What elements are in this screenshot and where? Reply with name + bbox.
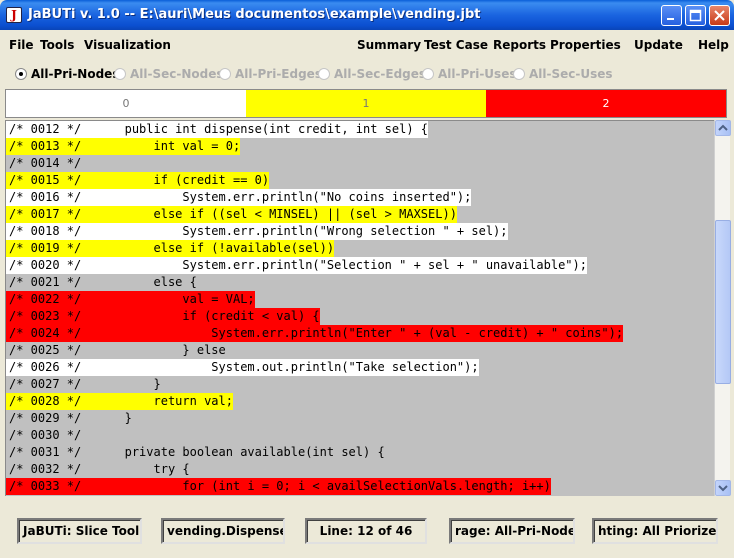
menu-reports[interactable]: Reports <box>493 38 546 52</box>
radio-all-pri-uses[interactable]: All-Pri-Uses <box>422 67 516 81</box>
menu-update[interactable]: Update <box>634 38 683 52</box>
code-line[interactable]: /* 0024 */ System.err.println("Enter " +… <box>6 325 624 342</box>
code-line[interactable]: /* 0018 */ System.err.println("Wrong sel… <box>6 223 508 240</box>
code-line-text: /* 0018 */ System.err.println("Wrong sel… <box>6 223 508 240</box>
radio-label: All-Pri-Nodes <box>31 67 120 81</box>
code-line-text: /* 0021 */ else { <box>9 275 197 289</box>
code-line[interactable]: /* 0027 */ } <box>6 376 161 393</box>
code-line[interactable]: /* 0012 */ public int dispense(int credi… <box>6 121 429 138</box>
status-highlighting: hting: All Priorized <box>592 518 718 544</box>
code-line-text: /* 0028 */ return val; <box>6 393 233 410</box>
scroll-down-button[interactable] <box>715 480 731 496</box>
radio-label: All-Pri-Edges <box>235 67 322 81</box>
code-line[interactable]: /* 0026 */ System.out.println("Take sele… <box>6 359 479 376</box>
code-line[interactable]: /* 0029 */ } <box>6 410 132 427</box>
code-line[interactable]: /* 0020 */ System.err.println("Selection… <box>6 257 587 274</box>
code-line[interactable]: /* 0022 */ val = VAL; <box>6 291 255 308</box>
code-line-text: /* 0033 */ for (int i = 0; i < availSele… <box>6 478 551 495</box>
code-line-text: /* 0014 */ <box>9 156 96 170</box>
code-line-text: /* 0013 */ int val = 0; <box>6 138 241 155</box>
code-line-text: /* 0019 */ else if (!available(sel)) <box>6 240 335 257</box>
code-line[interactable]: /* 0013 */ int val = 0; <box>6 138 241 155</box>
vertical-scrollbar[interactable] <box>714 120 731 496</box>
radio-unselected-icon <box>318 68 330 80</box>
status-tool: JaBUTi: Slice Tool <box>17 518 142 544</box>
radio-unselected-icon <box>513 68 525 80</box>
minimize-icon <box>667 18 674 20</box>
code-line[interactable]: /* 0019 */ else if (!available(sel)) <box>6 240 335 257</box>
code-line-text: /* 0015 */ if (credit == 0) <box>6 172 270 189</box>
code-line[interactable]: /* 0033 */ for (int i = 0; i < availSele… <box>6 478 551 495</box>
code-line[interactable]: /* 0023 */ if (credit < val) { <box>6 308 320 325</box>
radio-all-sec-uses[interactable]: All-Sec-Uses <box>513 67 613 81</box>
code-line[interactable]: /* 0032 */ try { <box>6 461 190 478</box>
maximize-button[interactable] <box>685 5 706 26</box>
close-icon <box>714 10 725 21</box>
code-line[interactable]: /* 0030 */ <box>6 427 96 444</box>
code-line-text: /* 0020 */ System.err.println("Selection… <box>6 257 587 274</box>
radio-all-sec-edges[interactable]: All-Sec-Edges <box>318 67 426 81</box>
arrow-up-icon <box>718 124 728 131</box>
status-class: vending.Dispenser <box>161 518 285 544</box>
code-line-text: /* 0024 */ System.err.println("Enter " +… <box>6 325 624 342</box>
menu-help[interactable]: Help <box>698 38 729 52</box>
radio-label: All-Sec-Uses <box>529 67 613 81</box>
code-line-text: /* 0032 */ try { <box>9 462 190 476</box>
code-line-text: /* 0017 */ else if ((sel < MINSEL) || (s… <box>6 206 457 223</box>
menu-tools[interactable]: Tools <box>40 38 74 52</box>
code-line-text: /* 0029 */ } <box>9 411 132 425</box>
weight-color-legend: 0 1 2 <box>5 89 727 118</box>
legend-weight-0: 0 <box>6 90 246 117</box>
radio-label: All-Sec-Nodes <box>130 67 224 81</box>
code-line-text: /* 0030 */ <box>9 428 96 442</box>
maximize-icon <box>689 9 702 22</box>
status-line: Line: 12 of 46 <box>305 518 427 544</box>
code-line-text: /* 0026 */ System.out.println("Take sele… <box>6 359 479 376</box>
legend-weight-1: 1 <box>246 90 486 117</box>
radio-all-pri-edges[interactable]: All-Pri-Edges <box>219 67 322 81</box>
code-line-text: /* 0031 */ private boolean available(int… <box>9 445 385 459</box>
menu-test-case[interactable]: Test Case <box>424 38 488 52</box>
code-line-text: /* 0027 */ } <box>9 377 161 391</box>
code-line-text: /* 0016 */ System.err.println("No coins … <box>6 189 472 206</box>
radio-unselected-icon <box>114 68 126 80</box>
status-bar: JaBUTi: Slice Tool vending.Dispenser Lin… <box>0 508 734 558</box>
radio-label: All-Sec-Edges <box>334 67 427 81</box>
close-button[interactable] <box>709 5 730 26</box>
code-line[interactable]: /* 0028 */ return val; <box>6 393 233 410</box>
menu-visualization[interactable]: Visualization <box>84 38 171 52</box>
title-bar[interactable]: J JaBUTi v. 1.0 -- E:\auri\Meus document… <box>0 0 734 30</box>
radio-label: All-Pri-Uses <box>438 67 517 81</box>
menu-properties[interactable]: Properties <box>550 38 621 52</box>
source-code-view[interactable]: /* 0012 */ public int dispense(int credi… <box>5 120 714 496</box>
arrow-down-icon <box>718 485 728 492</box>
code-line-text: /* 0025 */ } else <box>9 343 226 357</box>
radio-all-sec-nodes[interactable]: All-Sec-Nodes <box>114 67 224 81</box>
menu-bar: File Tools Visualization Summary Test Ca… <box>0 30 734 60</box>
radio-unselected-icon <box>422 68 434 80</box>
radio-selected-icon <box>15 68 27 80</box>
radio-all-pri-nodes[interactable]: All-Pri-Nodes <box>15 67 119 81</box>
minimize-button[interactable] <box>661 5 682 26</box>
code-line[interactable]: /* 0025 */ } else <box>6 342 226 359</box>
code-line-text: /* 0022 */ val = VAL; <box>6 291 255 308</box>
code-line-text: /* 0012 */ public int dispense(int credi… <box>6 121 429 138</box>
code-line[interactable]: /* 0017 */ else if ((sel < MINSEL) || (s… <box>6 206 457 223</box>
code-line-text: /* 0023 */ if (credit < val) { <box>6 308 320 325</box>
criteria-radio-group: All-Pri-Nodes All-Sec-Nodes All-Pri-Edge… <box>0 60 734 88</box>
jabuti-app-icon: J <box>6 7 22 23</box>
window-title: JaBUTi v. 1.0 -- E:\auri\Meus documentos… <box>28 7 481 22</box>
menu-summary[interactable]: Summary <box>357 38 421 52</box>
scroll-thumb[interactable] <box>715 220 731 384</box>
menu-file[interactable]: File <box>9 38 34 52</box>
status-coverage: rage: All-Pri-Nodes <box>449 518 575 544</box>
scroll-up-button[interactable] <box>715 120 731 136</box>
code-line[interactable]: /* 0021 */ else { <box>6 274 197 291</box>
code-line[interactable]: /* 0015 */ if (credit == 0) <box>6 172 270 189</box>
radio-unselected-icon <box>219 68 231 80</box>
code-line[interactable]: /* 0016 */ System.err.println("No coins … <box>6 189 472 206</box>
legend-weight-2: 2 <box>486 90 726 117</box>
code-line[interactable]: /* 0014 */ <box>6 155 96 172</box>
code-line[interactable]: /* 0031 */ private boolean available(int… <box>6 444 385 461</box>
